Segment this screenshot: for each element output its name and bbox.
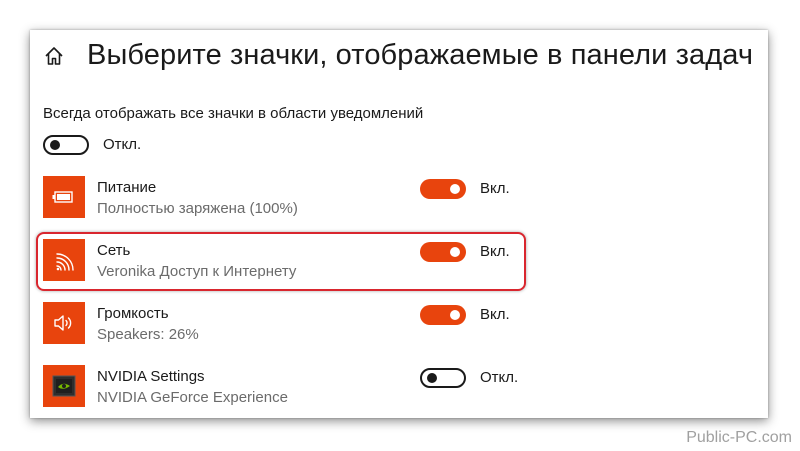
- item-name-power: Питание: [97, 179, 157, 196]
- network-toggle[interactable]: [420, 242, 466, 262]
- toggle-knob: [450, 247, 460, 257]
- wifi-icon: [43, 239, 85, 281]
- power-toggle-state: Вкл.: [480, 180, 510, 197]
- nvidia-icon: [43, 365, 85, 407]
- nvidia-toggle-state: Откл.: [480, 369, 519, 386]
- toggle-knob: [450, 310, 460, 320]
- network-toggle-state: Вкл.: [480, 243, 510, 260]
- watermark: Public-PC.com: [686, 429, 792, 446]
- toggle-knob: [450, 184, 460, 194]
- toggle-knob: [50, 140, 60, 150]
- item-status-volume: Speakers: 26%: [97, 326, 199, 343]
- always-show-state: Откл.: [103, 136, 142, 153]
- item-status-network: Veronika Доступ к Интернету: [97, 263, 297, 280]
- taskbar-icons-settings-panel: Выберите значки, отображаемые в панели з…: [30, 30, 768, 418]
- home-icon[interactable]: [44, 46, 64, 66]
- volume-toggle[interactable]: [420, 305, 466, 325]
- speaker-icon: [43, 302, 85, 344]
- item-status-nvidia: NVIDIA GeForce Experience: [97, 389, 288, 406]
- battery-icon: [43, 176, 85, 218]
- item-name-nvidia: NVIDIA Settings: [97, 368, 205, 385]
- item-status-power: Полностью заряжена (100%): [97, 200, 298, 217]
- item-name-network: Сеть: [97, 242, 131, 259]
- nvidia-toggle[interactable]: [420, 368, 466, 388]
- power-toggle[interactable]: [420, 179, 466, 199]
- volume-toggle-state: Вкл.: [480, 306, 510, 323]
- item-name-volume: Громкость: [97, 305, 169, 322]
- page-title: Выберите значки, отображаемые в панели з…: [87, 39, 754, 71]
- always-show-toggle[interactable]: [43, 135, 89, 155]
- toggle-knob: [427, 373, 437, 383]
- always-show-label: Всегда отображать все значки в области у…: [43, 105, 424, 122]
